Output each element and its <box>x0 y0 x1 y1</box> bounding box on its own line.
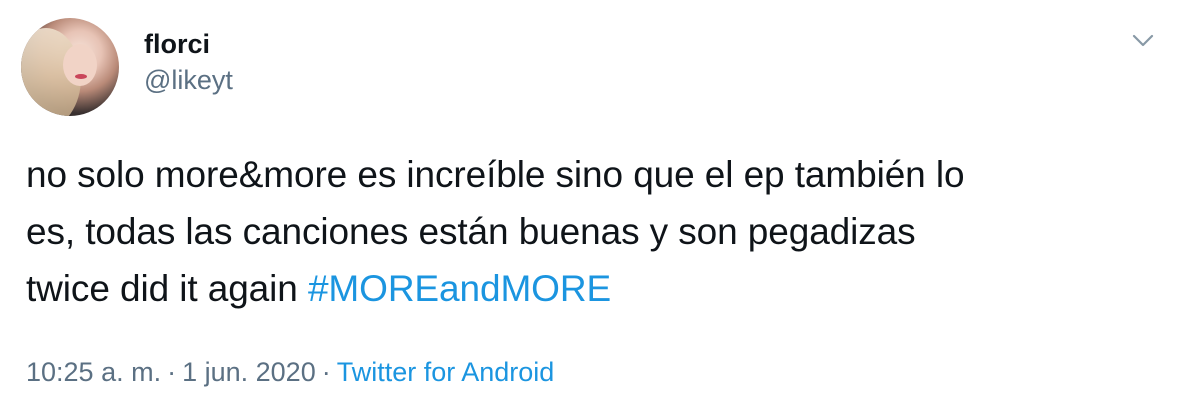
tweet-text-line-3: twice did it again #MOREandMORE <box>26 260 1176 317</box>
display-name[interactable]: florci <box>144 26 233 62</box>
tweet-source-link[interactable]: Twitter for Android <box>337 357 555 387</box>
tweet-date[interactable]: 1 jun. 2020 <box>182 357 316 387</box>
user-handle[interactable]: @likeyt <box>144 62 233 98</box>
user-info[interactable]: florci @likeyt <box>144 26 233 98</box>
avatar[interactable] <box>21 18 119 116</box>
meta-separator: · <box>167 357 177 387</box>
tweet-text-line-1: no solo more&more es increíble sino que … <box>26 154 965 195</box>
meta-separator-2: · <box>321 357 331 387</box>
tweet-text-line-2: es, todas las canciones están buenas y s… <box>26 211 916 252</box>
tweet-text-line-3-plain: twice did it again <box>26 268 308 309</box>
avatar-lips <box>75 74 87 79</box>
tweet-time[interactable]: 10:25 a. m. <box>26 357 161 387</box>
chevron-down-icon-svg <box>1132 34 1154 47</box>
tweet-card: florci @likeyt no solo more&more es incr… <box>0 0 1192 410</box>
tweet-text: no solo more&more es increíble sino que … <box>26 146 1176 317</box>
chevron-down-icon[interactable] <box>1128 30 1158 52</box>
avatar-face <box>63 44 97 86</box>
tweet-meta: 10:25 a. m. · 1 jun. 2020 · Twitter for Andr… <box>26 352 554 392</box>
hashtag-link[interactable]: #MOREandMORE <box>308 268 611 309</box>
